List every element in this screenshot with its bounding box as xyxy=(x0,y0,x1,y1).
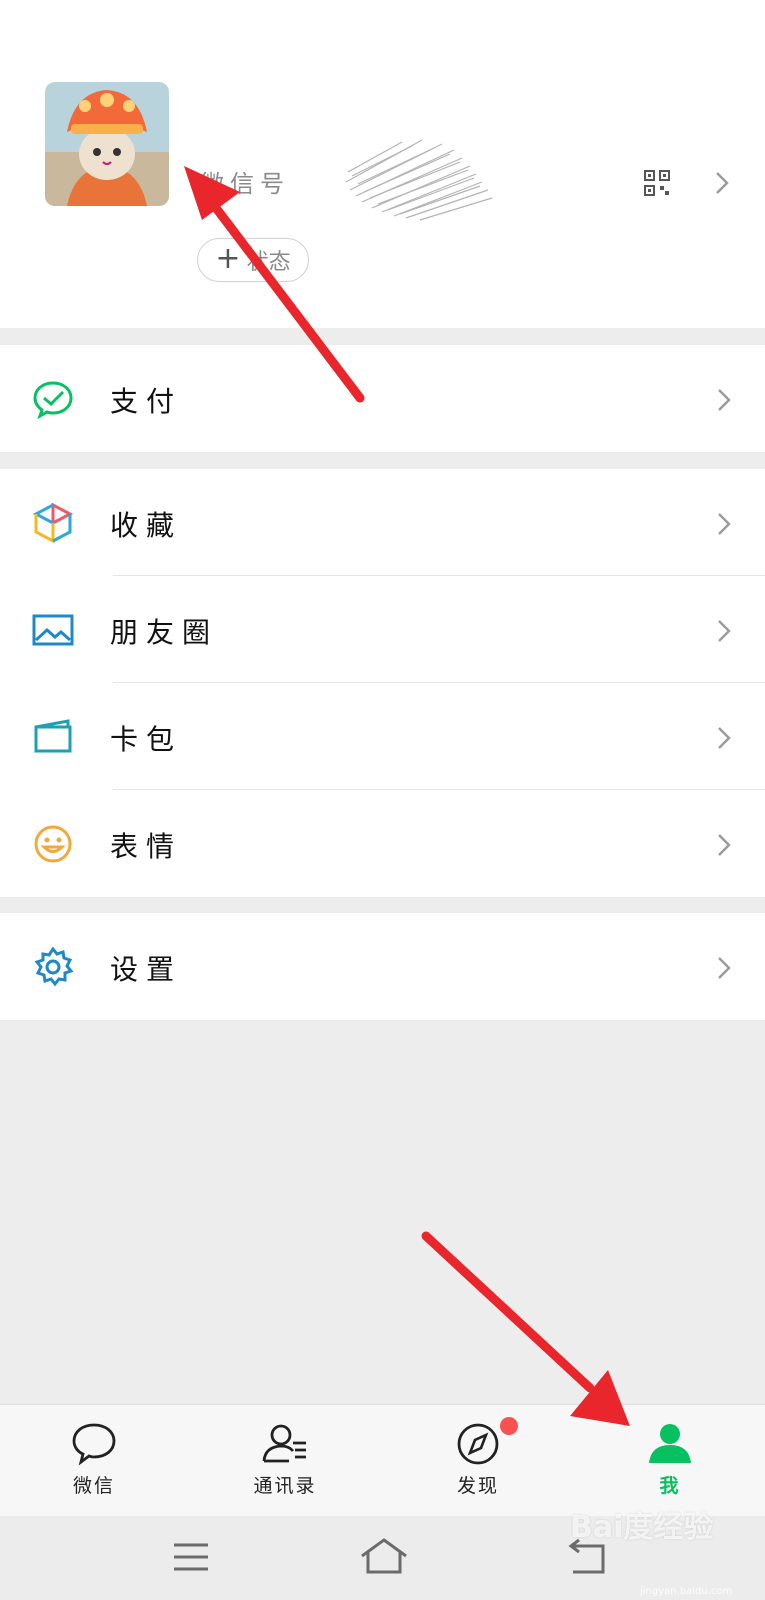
wechat-id-label: 微信号 xyxy=(200,170,290,198)
menu-item-favorites[interactable]: 收藏 xyxy=(0,469,765,576)
menu-label-settings: 设置 xyxy=(110,953,183,986)
chevron-right-icon xyxy=(718,957,731,979)
picture-icon xyxy=(32,614,74,646)
card-wallet-icon xyxy=(34,719,72,753)
notification-dot xyxy=(500,1417,518,1435)
profile-header[interactable]: 微信号 + 状态 xyxy=(0,0,765,328)
person-icon xyxy=(649,1424,691,1463)
wechat-pay-icon xyxy=(33,381,73,419)
tab-label-discover: 发现 xyxy=(456,1475,499,1497)
menu-label-stickers: 表情 xyxy=(110,830,183,863)
watermark: Bai度经验 xyxy=(570,1510,714,1545)
qr-code-icon[interactable] xyxy=(643,169,671,197)
chat-bubble-icon xyxy=(72,1423,116,1466)
menu-icon[interactable] xyxy=(172,1542,210,1572)
menu-label-pay: 支付 xyxy=(110,385,183,418)
menu-item-settings[interactable]: 设置 xyxy=(0,913,765,1020)
wechat-id-scribble xyxy=(342,132,512,222)
chevron-right-icon xyxy=(718,834,731,856)
tab-contacts[interactable]: 通讯录 xyxy=(225,1405,345,1517)
cube-icon xyxy=(32,503,74,543)
tab-me[interactable]: 我 xyxy=(610,1405,730,1517)
bottom-tab-bar: 微信 通讯录 发现 我 xyxy=(0,1404,765,1516)
gear-icon xyxy=(34,947,74,987)
pay-group: 支付 xyxy=(0,345,765,452)
avatar[interactable] xyxy=(45,82,169,206)
chevron-right-icon xyxy=(718,513,731,535)
menu-item-cards[interactable]: 卡包 xyxy=(0,683,765,790)
chevron-right-icon xyxy=(718,620,731,642)
contacts-icon xyxy=(262,1424,306,1463)
home-icon[interactable] xyxy=(358,1536,410,1576)
menu-label-cards: 卡包 xyxy=(110,723,183,756)
watermark-url: jingyan.baidu.com xyxy=(640,1586,733,1597)
tab-discover[interactable]: 发现 xyxy=(418,1405,538,1517)
tab-chats[interactable]: 微信 xyxy=(34,1405,154,1517)
tab-label-me: 我 xyxy=(659,1475,681,1497)
chevron-right-icon xyxy=(718,389,731,411)
menu-label-moments: 朋友圈 xyxy=(110,616,219,649)
menu-item-stickers[interactable]: 表情 xyxy=(0,790,765,897)
add-status-button[interactable]: + 状态 xyxy=(197,238,309,282)
chevron-right-icon xyxy=(718,727,731,749)
main-features-group: 收藏 朋友圈 卡包 表情 xyxy=(0,469,765,897)
plus-icon: + xyxy=(215,240,241,276)
menu-item-pay[interactable]: 支付 xyxy=(0,345,765,452)
compass-icon xyxy=(457,1423,499,1465)
chevron-right-icon xyxy=(716,172,729,194)
smiley-icon xyxy=(34,825,72,863)
tab-label-chats: 微信 xyxy=(72,1475,115,1497)
menu-item-moments[interactable]: 朋友圈 xyxy=(0,576,765,683)
tab-label-contacts: 通讯录 xyxy=(253,1475,317,1497)
status-label: 状态 xyxy=(246,250,291,275)
annotation-arrow-down xyxy=(421,1231,630,1426)
settings-group: 设置 xyxy=(0,913,765,1020)
menu-label-favorites: 收藏 xyxy=(110,509,183,542)
